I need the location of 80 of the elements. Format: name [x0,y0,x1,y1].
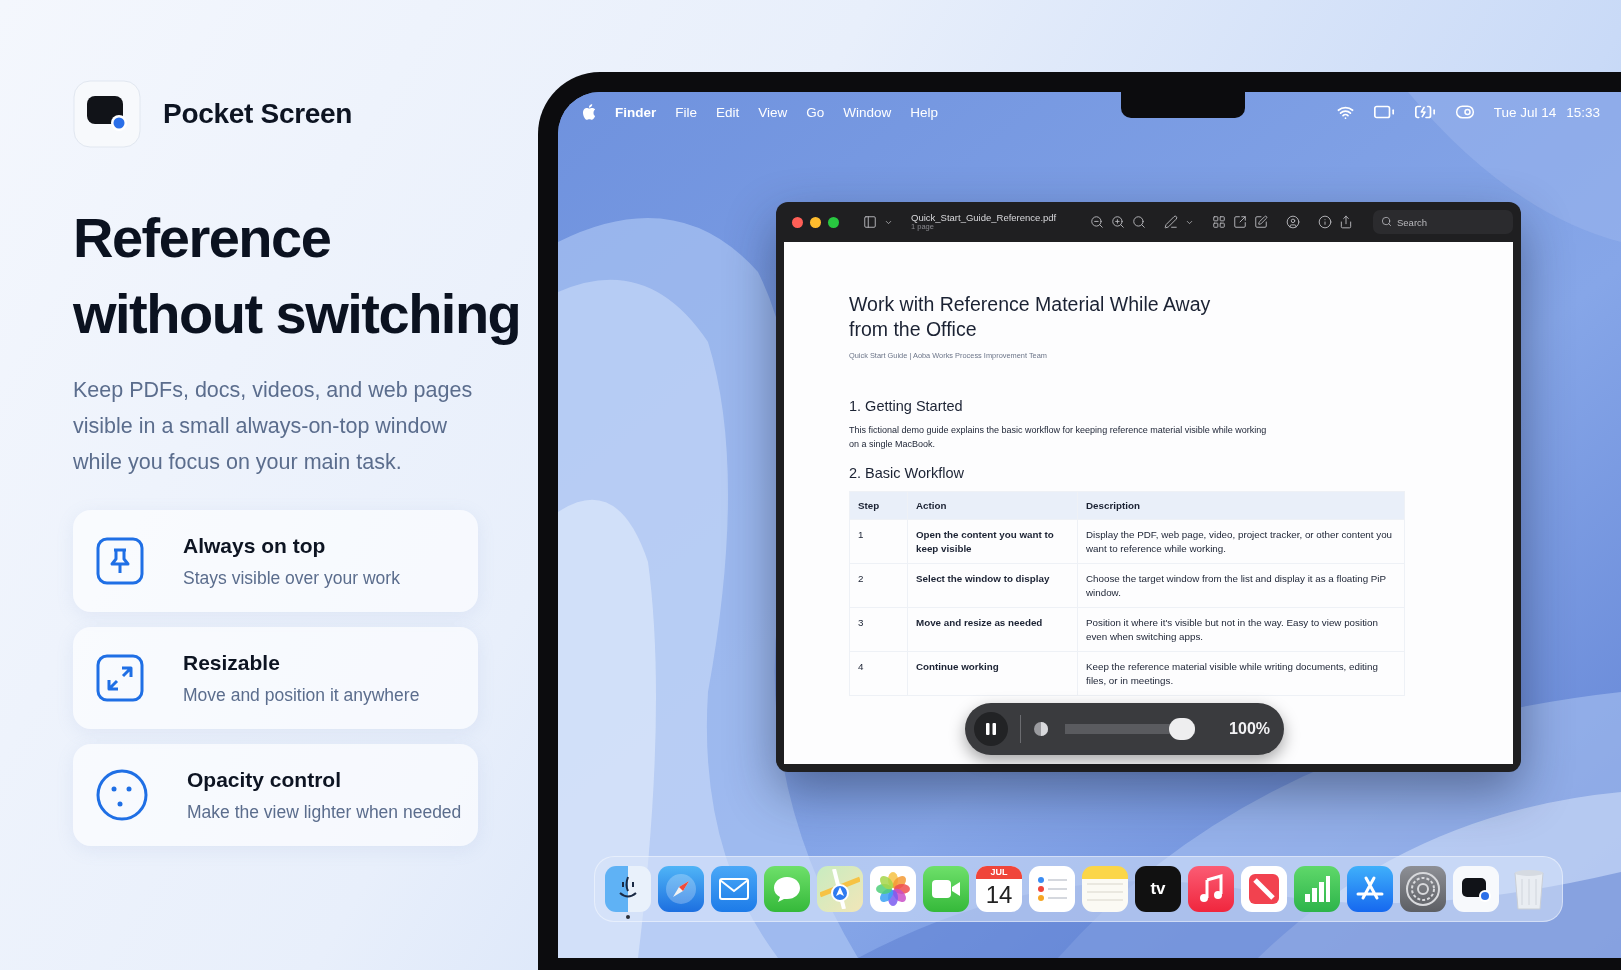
menu-item[interactable]: Edit [716,104,740,120]
headline: without switching [73,281,522,347]
table-cell: 2 [849,563,908,608]
bar-chart-icon [1302,874,1332,904]
menu-item[interactable]: Window [843,104,892,120]
slider-thumb[interactable] [1169,718,1195,740]
close-button[interactable] [792,216,803,228]
envelope-icon [718,877,750,901]
video-camera-icon [930,878,962,900]
compass-icon [663,871,699,907]
maximize-button[interactable] [828,216,839,228]
sidebar-icon[interactable] [863,215,877,229]
pause-icon [985,722,997,736]
pen-icon[interactable] [1164,215,1179,229]
menu-item[interactable]: Go [806,104,825,120]
expand-icon [95,653,145,703]
news-icon [1247,872,1281,906]
feature-subtitle: Make the view lighter when needed [187,801,462,823]
section-heading: 2. Basic Workflow [849,465,965,481]
list-icon [1035,874,1069,904]
menu-item[interactable]: File [675,104,698,120]
minimize-button[interactable] [810,216,821,228]
speech-bubble-icon [771,874,803,904]
app-icon [73,80,141,148]
trash-icon [1511,867,1547,911]
pin-icon [95,536,145,586]
running-indicator [626,915,630,919]
column-header: Description [1077,491,1405,520]
grid-icon[interactable] [1212,215,1227,229]
table-cell: 1 [849,519,908,564]
calendar-icon[interactable]: JUL 14 [976,866,1022,912]
zoom-out-icon[interactable] [1090,215,1105,229]
gear-icon [1404,870,1442,908]
feature-title: Opacity control [187,767,343,792]
menu-item[interactable]: Help [910,104,939,120]
feature-title: Always on top [183,533,327,558]
feature-subtitle: Stays visible over your work [183,567,400,589]
table-cell: Select the window to display [907,563,1078,608]
feature-subtitle: Move and position it anywhere [183,684,420,706]
music-note-icon [1197,874,1225,904]
document-title: Work with Reference Material While Away from the Office [849,292,1212,342]
window-title: Quick_Start_Guide_Reference.pdf [911,212,1057,223]
feature-title: Resizable [183,650,281,675]
share-icon[interactable] [1339,215,1354,229]
search-field[interactable]: Search [1373,210,1513,234]
menubar-date[interactable]: Tue Jul 14 [1493,104,1557,120]
column-header: Action [907,491,1078,520]
table-cell: Move and resize as needed [907,607,1078,652]
search-icon[interactable] [1381,216,1392,227]
export-icon[interactable] [1233,215,1248,229]
app-name: Pocket Screen [163,98,353,130]
map-icon [820,869,860,909]
table-cell: Open the content you want to keep visible [907,519,1078,564]
apple-icon[interactable] [582,104,596,120]
column-header: Step [849,491,908,520]
headline: Reference [73,205,332,271]
person-icon[interactable] [1286,215,1301,229]
table-cell: 4 [849,651,908,696]
section-body: This fictional demo guide explains the basic workflow for keeping reference material visible while working on a single MacBook. [849,424,1268,451]
tagline: Keep PDFs, docs, videos, and web pages visible in a small always-on-top window while you focus on your main task. [73,377,474,476]
half-circle-icon [1033,721,1049,737]
tv-icon[interactable]: tv [1135,866,1181,912]
table-cell: Keep the reference material visible while writing documents, editing files, or in meetings. [1077,651,1405,696]
flower-icon [875,871,911,907]
table-cell: Continue working [907,651,1078,696]
menu-item[interactable]: Finder [615,104,657,120]
menubar-time[interactable]: 15:33 [1566,104,1600,120]
table-cell: Position it where it's visible but not in the way. Easy to view position even when switching apps. [1077,607,1405,652]
section-heading: 1. Getting Started [849,398,964,414]
search-icon[interactable] [1132,215,1147,229]
table-cell: 3 [849,607,908,652]
opacity-value: 100% [1229,720,1270,738]
zoom-in-icon[interactable] [1111,215,1126,229]
pause-button[interactable] [974,712,1008,746]
table-cell: Choose the target window from the list and display it as a floating PiP window. [1077,563,1405,608]
edit-icon[interactable] [1254,215,1269,229]
dotted-circle-icon [95,768,149,822]
table-cell: Display the PDF, web page, video, project tracker, or other content you want to reference while working. [1077,519,1405,564]
info-icon[interactable] [1318,215,1333,229]
menu-item[interactable]: View [758,104,788,120]
